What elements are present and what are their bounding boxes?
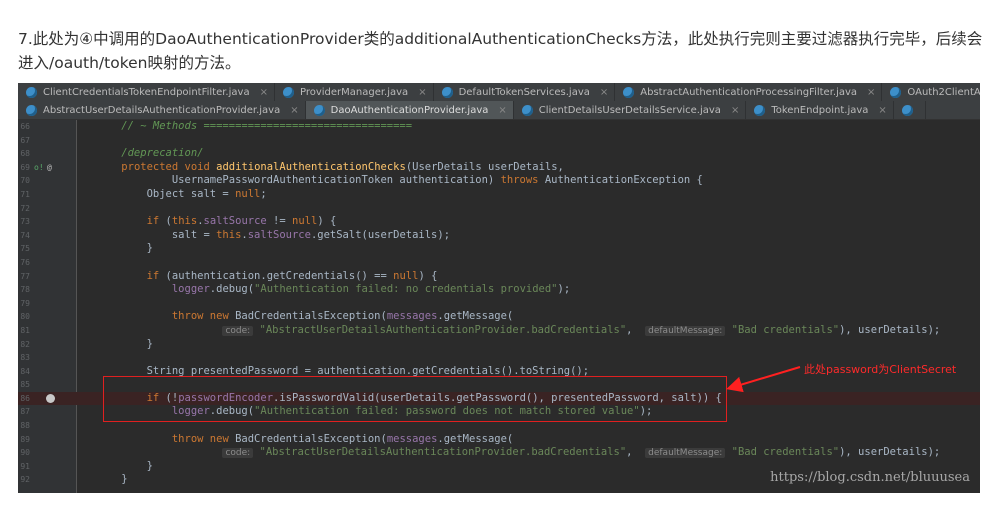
article-paragraph: 7.此处为④中调用的DaoAuthenticationProvider类的add… [18,29,983,72]
annotation-note: 此处password为ClientSecret [804,363,957,376]
ide-screenshot: ClientCredentialsTokenEndpointFilter.jav… [18,83,980,493]
watermark: https://blog.csdn.net/bluuusea [770,470,970,485]
annotation-arrow [726,366,801,393]
